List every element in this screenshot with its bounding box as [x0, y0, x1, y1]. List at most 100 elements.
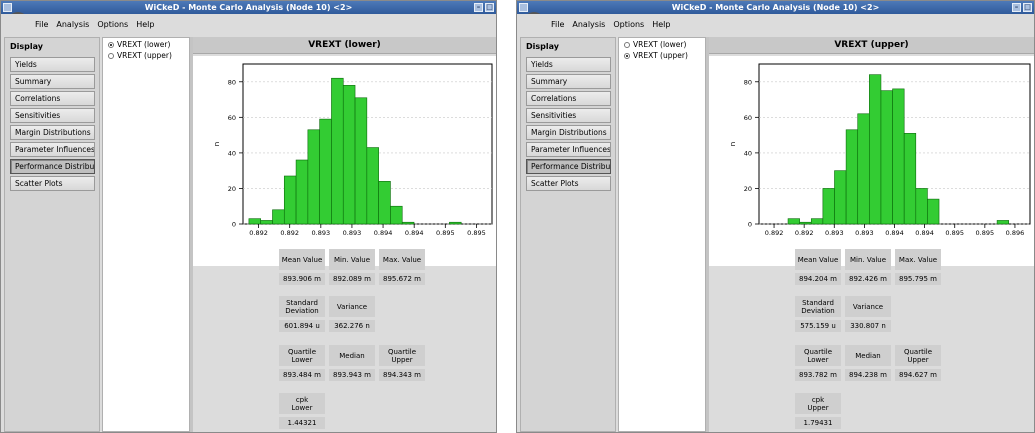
minimize-icon[interactable]: –	[474, 3, 483, 12]
histogram-bar	[390, 205, 403, 225]
stats-row-3: Quartile Lower 893.782 m Median 894.238 m Q…	[795, 345, 941, 381]
performance-item-upper[interactable]: VREXT (upper)	[619, 49, 705, 60]
histogram-bar	[892, 88, 905, 225]
nav-parameter-influences[interactable]: Parameter Influences	[10, 142, 95, 157]
menu-analysis[interactable]: Analysis	[572, 20, 605, 29]
maximize-icon[interactable]: □	[1023, 3, 1032, 12]
variance-label: Variance	[845, 296, 891, 317]
distribution-view: VREXT (upper) 0 20 40 60 80 n 0.892 0.892 0.893 0…	[709, 37, 1034, 432]
x-tick-label: 0.892	[795, 229, 814, 237]
nav-margin-distributions[interactable]: Margin Distributions	[10, 125, 95, 140]
x-tick-label: 0.894	[915, 229, 934, 237]
nav-parameter-influences[interactable]: Parameter Influences	[526, 142, 611, 157]
stats-row-3: Quartile Lower 893.484 m Median 893.943 m Q…	[279, 345, 425, 381]
nav-sensitivities[interactable]: Sensitivities	[10, 108, 95, 123]
minimize-icon[interactable]: –	[1012, 3, 1021, 12]
histogram-bar	[272, 209, 285, 225]
histogram-bar	[915, 188, 928, 225]
y-tick-label: 0	[748, 221, 752, 229]
y-tick-label: 40	[744, 149, 752, 157]
x-tick-label: 0.894	[885, 229, 904, 237]
quartile-upper-label: Quartile Upper	[895, 345, 941, 366]
x-tick-label: 0.892	[765, 229, 784, 237]
x-tick-label: 0.895	[945, 229, 964, 237]
nav-yields[interactable]: Yields	[10, 57, 95, 72]
menu-analysis[interactable]: Analysis	[56, 20, 89, 29]
histogram-bar	[996, 220, 1010, 225]
nav-summary[interactable]: Summary	[526, 74, 611, 89]
nav-margin-distributions[interactable]: Margin Distributions	[526, 125, 611, 140]
performance-item-lower[interactable]: VREXT (lower)	[619, 38, 705, 49]
y-tick-label: 80	[744, 78, 752, 86]
radio-selected-icon[interactable]	[624, 52, 630, 59]
histogram-area: 0 20 40 60 80 n 0.892 0.892 0.893 0.893 0.894 0.894…	[193, 56, 496, 266]
median-value: 893.943 m	[329, 369, 375, 381]
monte-carlo-window-right: WiCkeD - Monte Carlo Analysis (Node 10) …	[516, 0, 1035, 433]
max-value: 895.672 m	[379, 273, 425, 285]
stats-row-1: Mean Value 894.204 m Min. Value 892.426 m …	[795, 249, 941, 285]
display-title: Display	[526, 42, 559, 51]
radio-unselected-icon[interactable]	[624, 41, 630, 48]
min-value: 892.089 m	[329, 273, 375, 285]
performance-item-upper[interactable]: VREXT (upper)	[103, 49, 189, 60]
histogram-bar	[342, 85, 356, 225]
performance-item-lower[interactable]: VREXT (lower)	[103, 38, 189, 49]
y-tick-label: 20	[744, 185, 752, 193]
radio-selected-icon[interactable]	[108, 41, 114, 48]
cpk-label: cpk Upper	[795, 393, 841, 414]
cpk-label: cpk Lower	[279, 393, 325, 414]
y-axis-label: n	[213, 142, 221, 146]
nav-correlations[interactable]: Correlations	[526, 91, 611, 106]
nav-performance-distributions[interactable]: Performance Distributions	[10, 159, 95, 174]
nav-sensitivities[interactable]: Sensitivities	[526, 108, 611, 123]
quartile-upper-value: 894.627 m	[895, 369, 941, 381]
performance-label: VREXT (lower)	[633, 40, 687, 49]
distribution-view: VREXT (lower) 0 20 40 60 80 n 0.892 0.892 0.893 0…	[193, 37, 496, 432]
title-bar: WiCkeD - Monte Carlo Analysis (Node 10) …	[1, 1, 496, 14]
maximize-icon[interactable]: □	[485, 3, 494, 12]
histogram-bar	[401, 221, 415, 225]
menu-file[interactable]: File	[551, 20, 564, 29]
stats-row-2: Standard Deviation 601.894 u Variance 362.2…	[279, 296, 375, 332]
histogram-bar	[366, 147, 379, 225]
quartile-lower-value: 893.782 m	[795, 369, 841, 381]
cpk-value: 1.79431	[795, 417, 841, 429]
nav-yields[interactable]: Yields	[526, 57, 611, 72]
x-tick-label: 0.893	[312, 229, 331, 237]
std-label: Standard Deviation	[795, 296, 841, 317]
menu-help[interactable]: Help	[652, 20, 670, 29]
nav-scatter-plots[interactable]: Scatter Plots	[10, 176, 95, 191]
variance-value: 330.807 n	[845, 320, 891, 332]
median-value: 894.238 m	[845, 369, 891, 381]
menu-file[interactable]: File	[35, 20, 48, 29]
median-label: Median	[329, 345, 375, 366]
menu-options[interactable]: Options	[97, 20, 128, 29]
cpk-value: 1.44321	[279, 417, 325, 429]
mean-label: Mean Value	[279, 249, 325, 270]
x-tick-label: 0.895	[976, 229, 995, 237]
quartile-lower-value: 893.484 m	[279, 369, 325, 381]
x-tick-label: 0.895	[436, 229, 455, 237]
performance-list: VREXT (lower) VREXT (upper)	[102, 37, 190, 432]
nav-performance-distributions[interactable]: Performance Distributions	[526, 159, 611, 174]
mean-value: 893.906 m	[279, 273, 325, 285]
y-axis-label: n	[729, 142, 737, 146]
histogram-area: 0 20 40 60 80 n 0.892 0.892 0.893 0.893 0.894 0.894…	[709, 56, 1034, 266]
nav-correlations[interactable]: Correlations	[10, 91, 95, 106]
std-value: 601.894 u	[279, 320, 325, 332]
quartile-upper-value: 894.343 m	[379, 369, 425, 381]
variance-label: Variance	[329, 296, 375, 317]
y-tick-label: 60	[744, 114, 752, 122]
quartile-upper-label: Quartile Upper	[379, 345, 425, 366]
x-tick-label: 0.893	[855, 229, 874, 237]
menu-help[interactable]: Help	[136, 20, 154, 29]
x-tick-label: 0.894	[374, 229, 393, 237]
nav-summary[interactable]: Summary	[10, 74, 95, 89]
min-value: 892.426 m	[845, 273, 891, 285]
radio-unselected-icon[interactable]	[108, 52, 114, 59]
histogram-bar	[331, 77, 344, 225]
menu-options[interactable]: Options	[613, 20, 644, 29]
histogram-bar	[880, 90, 893, 225]
histogram-bar	[857, 113, 870, 225]
nav-scatter-plots[interactable]: Scatter Plots	[526, 176, 611, 191]
